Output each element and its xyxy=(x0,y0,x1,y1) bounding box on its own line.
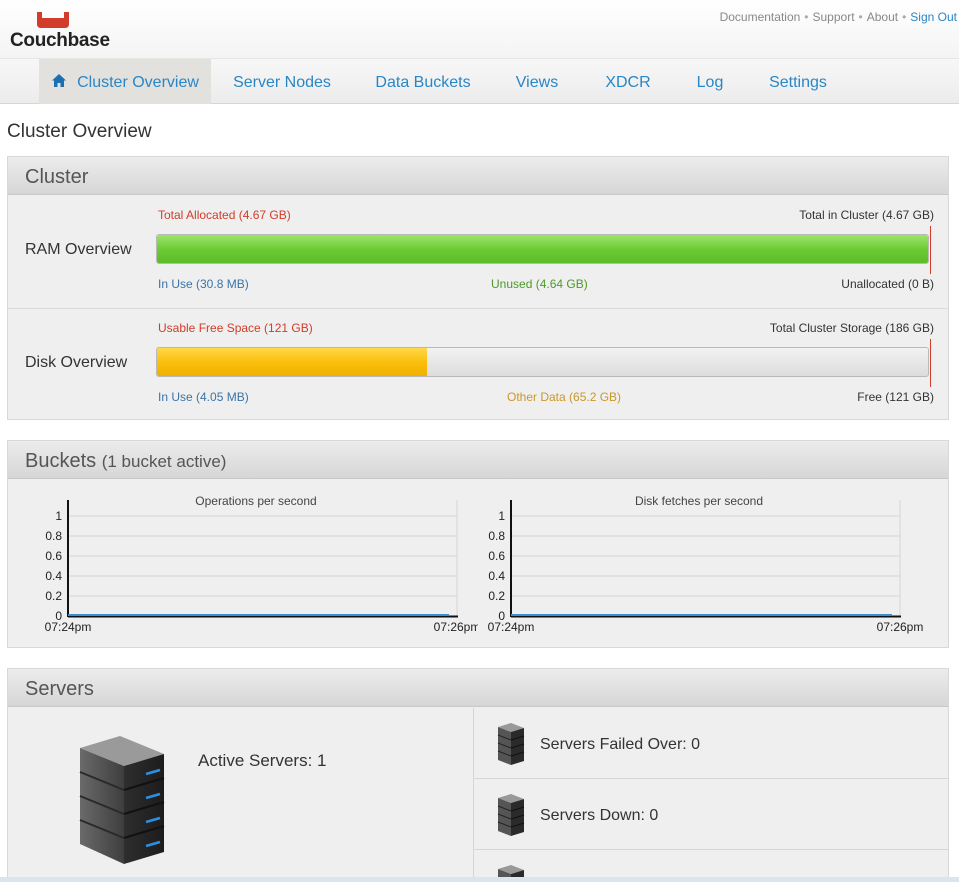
tab-data-buckets[interactable]: Data Buckets xyxy=(366,59,480,104)
separator: • xyxy=(902,10,907,24)
ram-quota-marker xyxy=(930,226,931,274)
documentation-link[interactable]: Documentation xyxy=(720,10,801,24)
tab-label: Cluster Overview xyxy=(77,74,199,91)
disk-in-use: In Use (4.05 MB) xyxy=(158,390,249,404)
servers-down-item: Servers Down: 0 xyxy=(474,779,949,850)
y-tick-label: 0.8 xyxy=(488,529,505,543)
tab-cluster-overview[interactable]: Cluster Overview xyxy=(39,59,211,104)
tab-views[interactable]: Views xyxy=(509,59,565,104)
tab-settings[interactable]: Settings xyxy=(762,59,834,104)
servers-panel: Servers Active Servers: 1 Servers Failed… xyxy=(7,668,949,882)
ram-usage-bar xyxy=(156,234,929,264)
ram-total-allocated: Total Allocated (4.67 GB) xyxy=(158,208,291,222)
x-tick-label: 07:24pm xyxy=(45,620,92,634)
main-nav: Cluster Overview Server Nodes Data Bucke… xyxy=(0,58,959,104)
ram-unallocated: Unallocated (0 B) xyxy=(841,277,934,291)
server-icon xyxy=(497,723,525,765)
ram-usage-fill xyxy=(157,235,928,263)
buckets-subtitle: (1 bucket active) xyxy=(101,452,227,471)
disk-other-data: Other Data (65.2 GB) xyxy=(507,390,622,404)
chart-title: Disk fetches per second xyxy=(634,494,764,508)
top-links: Documentation • Support • About • Sign Out xyxy=(720,10,957,24)
chart-title: Operations per second xyxy=(195,494,317,508)
server-icon xyxy=(497,794,525,836)
couchbase-logo-icon xyxy=(37,12,69,28)
tab-xdcr[interactable]: XDCR xyxy=(597,59,659,104)
cluster-panel-title: Cluster xyxy=(8,157,948,195)
disk-total-cluster-storage: Total Cluster Storage (186 GB) xyxy=(769,321,934,335)
ram-overview-row: RAM Overview Total Allocated (4.67 GB) T… xyxy=(8,196,948,308)
server-tower-icon xyxy=(79,736,165,864)
page-title: Cluster Overview xyxy=(7,121,152,142)
y-tick-label: 1 xyxy=(55,509,62,523)
y-tick-label: 0.6 xyxy=(488,549,505,563)
ram-in-use: In Use (30.8 MB) xyxy=(158,277,249,291)
brand-name: Couchbase xyxy=(10,30,110,51)
y-tick-label: 0.2 xyxy=(488,589,505,603)
buckets-panel: Buckets (1 bucket active) Operations per… xyxy=(7,440,949,648)
disk-usage-bar xyxy=(156,347,929,377)
separator: • xyxy=(804,10,809,24)
y-tick-label: 0.8 xyxy=(45,529,62,543)
y-tick-label: 0.4 xyxy=(45,569,62,583)
header: Couchbase Documentation • Support • About • Si… xyxy=(0,0,959,58)
disk-quota-marker xyxy=(930,339,931,387)
bottom-scroll-strip xyxy=(0,877,959,882)
cluster-panel: Cluster RAM Overview Total Allocated (4.… xyxy=(7,156,949,420)
server-status-list: Servers Failed Over: 0 Servers Down: 0 xyxy=(473,708,949,882)
tab-log[interactable]: Log xyxy=(688,59,732,104)
buckets-title: Buckets xyxy=(25,450,97,472)
y-tick-label: 0.2 xyxy=(45,589,62,603)
ram-total-in-cluster: Total in Cluster (4.67 GB) xyxy=(799,208,934,222)
ops-per-second-chart: Operations per second 1 0.8 0.6 0.4 0.2 0 07:2… xyxy=(8,480,481,648)
servers-failed-over-count: Servers Failed Over: 0 xyxy=(540,736,701,753)
about-link[interactable]: About xyxy=(867,10,898,24)
disk-overview-row: Disk Overview Usable Free Space (121 GB)… xyxy=(8,308,948,420)
servers-panel-title: Servers xyxy=(8,669,948,707)
x-tick-label: 07:26pm xyxy=(877,620,924,634)
servers-failed-over-item: Servers Failed Over: 0 xyxy=(474,708,949,779)
tab-server-nodes[interactable]: Server Nodes xyxy=(227,59,337,104)
disk-free: Free (121 GB) xyxy=(857,390,934,404)
sign-out-link[interactable]: Sign Out xyxy=(910,10,957,24)
buckets-panel-title: Buckets (1 bucket active) xyxy=(8,441,948,479)
servers-down-count: Servers Down: 0 xyxy=(540,807,659,824)
disk-fetches-chart: Disk fetches per second 1 0.8 0.6 0.4 0.2 0 07… xyxy=(451,480,948,648)
disk-overview-label: Disk Overview xyxy=(25,354,128,371)
y-tick-label: 1 xyxy=(498,509,505,523)
disk-usage-fill xyxy=(157,348,427,376)
x-tick-label: 07:24pm xyxy=(488,620,535,634)
separator: • xyxy=(858,10,863,24)
home-icon xyxy=(52,73,67,87)
disk-usable-free-space: Usable Free Space (121 GB) xyxy=(158,321,313,335)
ram-overview-label: RAM Overview xyxy=(25,241,132,258)
y-tick-label: 0.6 xyxy=(45,549,62,563)
couchbase-logo[interactable]: Couchbase xyxy=(10,8,110,52)
y-tick-label: 0.4 xyxy=(488,569,505,583)
active-servers-count: Active Servers: 1 xyxy=(198,751,327,770)
active-servers-section: Active Servers: 1 xyxy=(8,708,473,878)
support-link[interactable]: Support xyxy=(813,10,855,24)
ram-unused: Unused (4.64 GB) xyxy=(491,277,588,291)
